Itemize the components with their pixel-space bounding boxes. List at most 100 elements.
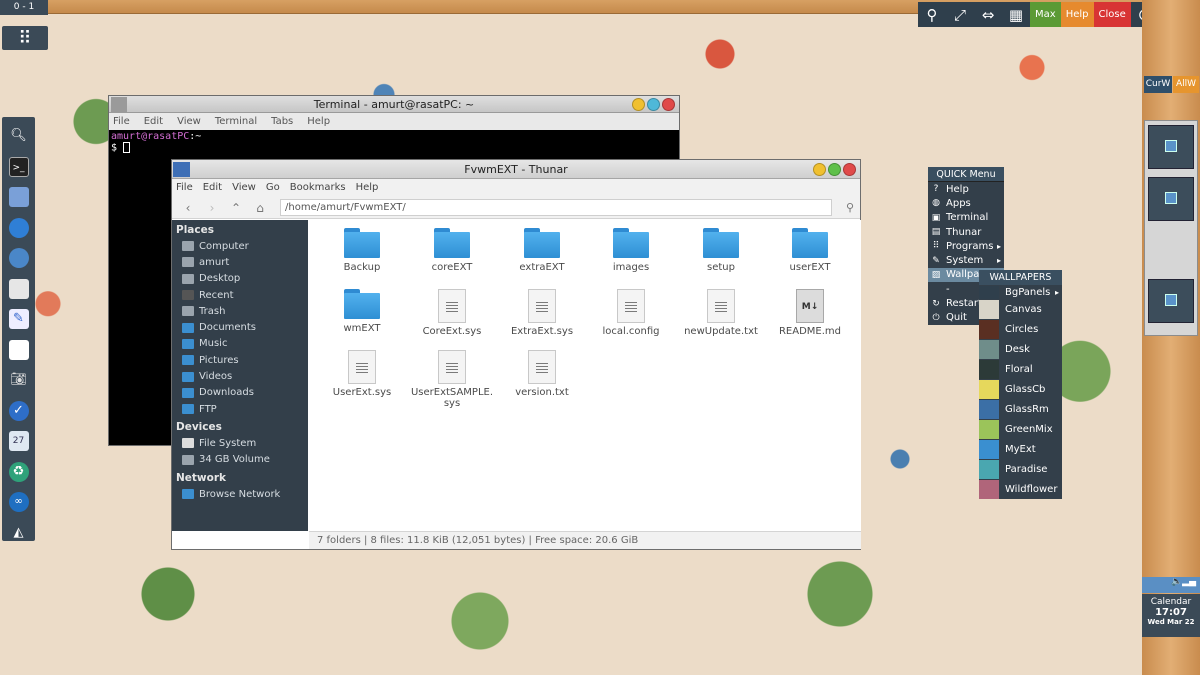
pager-window-mail[interactable]	[1148, 279, 1194, 323]
close-button[interactable]	[843, 163, 856, 176]
folder-item[interactable]: coreEXT	[407, 228, 497, 273]
wallpaper-item[interactable]: BgPanels ▸	[979, 285, 1062, 299]
location-bar[interactable]: /home/amurt/FvwmEXT/	[280, 199, 832, 216]
file-item[interactable]: CoreExt.sys	[407, 289, 497, 337]
dock-file-manager[interactable]	[2, 182, 35, 213]
dock-arch[interactable]: ◭	[2, 518, 35, 549]
sidebar-item-browse-network[interactable]: Browse Network	[172, 486, 308, 502]
current-windows-button[interactable]: CurW	[1144, 76, 1172, 93]
folder-item[interactable]: userEXT	[765, 228, 855, 273]
folder-item[interactable]: Backup	[317, 228, 407, 273]
help-button[interactable]: Help	[1060, 2, 1094, 27]
menu-terminal[interactable]: Terminal	[215, 113, 257, 130]
sidebar-item-documents[interactable]: Documents	[172, 319, 308, 335]
clock-widget[interactable]: Calendar 17:07 Wed Mar 22	[1142, 594, 1200, 637]
terminal-titlebar[interactable]: Terminal - amurt@rasatPC: ~	[109, 96, 679, 113]
sidebar-item-computer[interactable]: Computer	[172, 238, 308, 254]
sidebar-item-pictures[interactable]: Pictures	[172, 352, 308, 368]
quick-menu-item[interactable]: ⠿ Programs ▸	[928, 239, 1004, 253]
menu-go[interactable]: Go	[266, 179, 280, 197]
sidebar-item-videos[interactable]: Videos	[172, 368, 308, 384]
menu-view[interactable]: View	[177, 113, 201, 130]
back-button[interactable]: ‹	[178, 201, 198, 215]
quick-menu-item[interactable]: ✎ System ▸	[928, 253, 1004, 267]
pager-window-thunar[interactable]	[1148, 177, 1194, 221]
folder-item[interactable]: extraEXT	[497, 228, 587, 273]
quick-menu-item[interactable]: ◍ Apps	[928, 196, 1004, 210]
app-grid-button[interactable]: ⠿	[2, 26, 48, 50]
dock-network[interactable]: ∞	[2, 487, 35, 518]
file-item[interactable]: newUpdate.txt	[676, 289, 766, 337]
wallpaper-item[interactable]: Canvas	[979, 299, 1062, 319]
file-item[interactable]: local.config	[586, 289, 676, 337]
sidebar-item-ftp[interactable]: FTP	[172, 401, 308, 417]
file-item[interactable]: UserExt.sys	[317, 350, 407, 398]
sidebar-item-desktop[interactable]: Desktop	[172, 271, 308, 287]
menu-tabs[interactable]: Tabs	[271, 113, 293, 130]
sidebar-item-filesystem[interactable]: File System	[172, 435, 308, 451]
file-item[interactable]: M↓ README.md	[765, 289, 855, 337]
signal-icon[interactable]: ▂▄	[1182, 577, 1196, 587]
desktop-pager[interactable]: 0 - 1	[0, 0, 48, 15]
folder-item[interactable]: images	[586, 228, 676, 273]
sidebar-item-home[interactable]: amurt	[172, 254, 308, 270]
file-item[interactable]: ExtraExt.sys	[497, 289, 587, 337]
dock-document[interactable]	[2, 335, 35, 366]
maximize-button[interactable]	[828, 163, 841, 176]
max-button[interactable]: Max	[1030, 2, 1061, 27]
folder-item[interactable]: setup	[676, 228, 766, 273]
file-item[interactable]: UserExtSAMPLE. sys	[407, 350, 497, 409]
dock-mail-client[interactable]	[2, 243, 35, 274]
dock-terminal[interactable]: >_	[2, 152, 35, 183]
menu-edit[interactable]: Edit	[144, 113, 163, 130]
dock-feather[interactable]: ✓	[2, 396, 35, 427]
wallpaper-item[interactable]: Desk	[979, 339, 1062, 359]
dock-camera[interactable]: 📷︎	[2, 365, 35, 396]
minimize-button[interactable]	[632, 98, 645, 111]
minimize-button[interactable]	[813, 163, 826, 176]
terminal-body[interactable]: amurt@rasatPC:~ $	[109, 130, 679, 155]
menu-file[interactable]: File	[113, 113, 130, 130]
sidebar-item-music[interactable]: Music	[172, 336, 308, 352]
menu-help[interactable]: Help	[356, 179, 379, 197]
quick-menu-item[interactable]: ▣ Terminal	[928, 211, 1004, 225]
thunar-titlebar[interactable]: FvwmEXT - Thunar	[172, 160, 860, 179]
wallpaper-item[interactable]: Wildflower	[979, 479, 1062, 499]
sidebar-item-recent[interactable]: Recent	[172, 287, 308, 303]
home-button[interactable]: ⌂	[250, 201, 270, 215]
resize-button[interactable]: ⤢	[946, 2, 974, 27]
wallpaper-item[interactable]: Floral	[979, 359, 1062, 379]
dock-recycle[interactable]: ♻	[2, 457, 35, 488]
dock-search[interactable]: 🔍︎	[2, 121, 35, 152]
up-button[interactable]: ⌃	[226, 201, 246, 215]
close-button[interactable]	[662, 98, 675, 111]
wallpaper-item[interactable]: Paradise	[979, 459, 1062, 479]
quick-menu-item[interactable]: ? Help	[928, 182, 1004, 196]
wallpaper-item[interactable]: Circles	[979, 319, 1062, 339]
file-view[interactable]: Backup coreEXT extraEXT images setup userEXT w…	[309, 220, 861, 531]
search-button[interactable]: ⚲	[918, 2, 946, 27]
maximize-button[interactable]	[647, 98, 660, 111]
file-item[interactable]: version.txt	[497, 350, 587, 398]
volume-icon[interactable]: 🔈	[1171, 577, 1182, 587]
sidebar-item-trash[interactable]: Trash	[172, 303, 308, 319]
menu-help[interactable]: Help	[307, 113, 330, 130]
wallpaper-item[interactable]: GreenMix	[979, 419, 1062, 439]
dock-calendar[interactable]: 27	[2, 426, 35, 457]
layout-button[interactable]: ▦	[1002, 2, 1030, 27]
menu-edit[interactable]: Edit	[203, 179, 222, 197]
sidebar-item-downloads[interactable]: Downloads	[172, 385, 308, 401]
forward-button[interactable]: ›	[202, 201, 222, 215]
pager-window-chromium[interactable]	[1148, 125, 1194, 169]
wallpaper-item[interactable]: GlassRm	[979, 399, 1062, 419]
maximize-horizontal-button[interactable]: ⇔	[974, 2, 1002, 27]
menu-view[interactable]: View	[232, 179, 256, 197]
search-button[interactable]: ⚲	[840, 201, 860, 214]
dock-mail[interactable]	[2, 274, 35, 305]
menu-file[interactable]: File	[176, 179, 193, 197]
quick-menu-item[interactable]: ▤ Thunar	[928, 225, 1004, 239]
close-button[interactable]: Close	[1093, 2, 1131, 27]
dock-text-editor[interactable]: ✎	[2, 304, 35, 335]
wallpaper-item[interactable]: MyExt	[979, 439, 1062, 459]
menu-bookmarks[interactable]: Bookmarks	[290, 179, 346, 197]
